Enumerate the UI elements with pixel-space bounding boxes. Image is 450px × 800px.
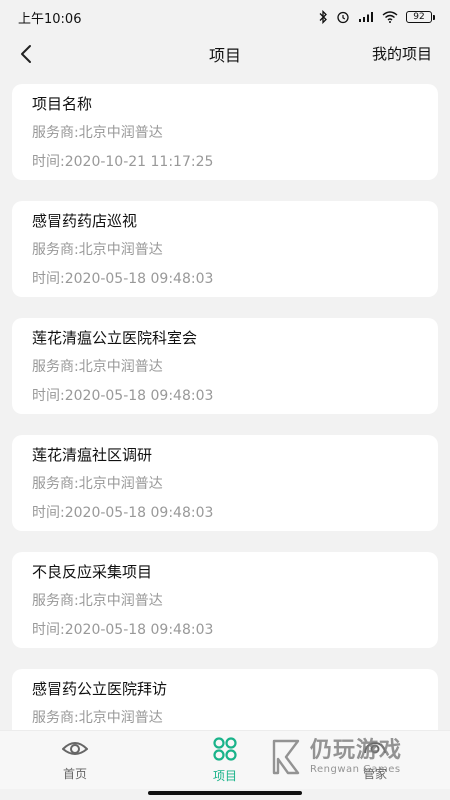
project-time: 时间:2020-05-18 09:48:03 bbox=[32, 622, 214, 638]
project-card[interactable]: 莲花清瘟公立医院科室会 服务商:北京中润普达 时间:2020-05-18 09:… bbox=[12, 318, 438, 414]
wifi-icon bbox=[382, 11, 398, 23]
project-provider: 服务商:北京中润普达 bbox=[32, 593, 163, 609]
project-list: 项目名称 服务商:北京中润普达 时间:2020-10-21 11:17:25 感… bbox=[0, 84, 450, 730]
eye-icon bbox=[62, 742, 88, 755]
back-button[interactable] bbox=[12, 40, 40, 68]
my-projects-link[interactable]: 我的项目 bbox=[372, 43, 432, 64]
status-time: 上午10:06 bbox=[18, 11, 82, 27]
project-name: 莲花清瘟公立医院科室会 bbox=[32, 329, 198, 347]
project-time: 时间:2020-05-18 09:48:03 bbox=[32, 388, 214, 404]
project-card[interactable]: 不良反应采集项目 服务商:北京中润普达 时间:2020-05-18 09:48:… bbox=[12, 552, 438, 648]
project-time: 时间:2020-10-21 11:17:25 bbox=[32, 154, 214, 170]
project-time: 时间:2020-05-18 09:48:03 bbox=[32, 505, 214, 521]
tab-project-label: 项目 bbox=[212, 769, 237, 783]
battery-level: 92 bbox=[413, 12, 425, 22]
tab-home[interactable]: 首页 bbox=[35, 737, 115, 782]
status-icons: 92 bbox=[318, 10, 435, 24]
tab-steward-label: 管家 bbox=[362, 767, 387, 781]
signal-icon bbox=[359, 12, 373, 22]
project-provider: 服务商:北京中润普达 bbox=[32, 710, 163, 726]
project-card[interactable]: 感冒药药店巡视 服务商:北京中润普达 时间:2020-05-18 09:48:0… bbox=[12, 201, 438, 297]
grid-circles-icon bbox=[213, 737, 237, 761]
project-card[interactable]: 感冒药公立医院拜访 服务商:北京中润普达 bbox=[12, 669, 438, 730]
home-indicator bbox=[148, 791, 302, 795]
tab-steward[interactable]: 管家 bbox=[335, 737, 415, 782]
status-bar: 上午10:06 92 bbox=[0, 0, 450, 34]
project-name: 感冒药药店巡视 bbox=[32, 212, 138, 230]
project-card[interactable]: 莲花清瘟社区调研 服务商:北京中润普达 时间:2020-05-18 09:48:… bbox=[12, 435, 438, 531]
battery-icon: 92 bbox=[406, 11, 435, 23]
top-nav: 项目 我的项目 bbox=[0, 34, 450, 74]
project-provider: 服务商:北京中润普达 bbox=[32, 359, 163, 375]
bottom-tab-bar: 首页 项目 管家 bbox=[0, 730, 450, 789]
project-name: 莲花清瘟社区调研 bbox=[32, 446, 153, 464]
bluetooth-icon bbox=[319, 10, 327, 24]
project-card[interactable]: 项目名称 服务商:北京中润普达 时间:2020-10-21 11:17:25 bbox=[12, 84, 438, 180]
project-name: 项目名称 bbox=[32, 95, 93, 113]
alarm-icon bbox=[337, 11, 349, 24]
tab-home-label: 首页 bbox=[62, 767, 87, 781]
project-name: 感冒药公立医院拜访 bbox=[32, 680, 168, 698]
project-provider: 服务商:北京中润普达 bbox=[32, 125, 163, 141]
project-provider: 服务商:北京中润普达 bbox=[32, 476, 163, 492]
tab-project[interactable]: 项目 bbox=[185, 737, 265, 784]
steward-icon bbox=[364, 742, 386, 754]
chevron-left-icon bbox=[21, 45, 31, 63]
project-name: 不良反应采集项目 bbox=[32, 563, 153, 581]
project-time: 时间:2020-05-18 09:48:03 bbox=[32, 271, 214, 287]
project-provider: 服务商:北京中润普达 bbox=[32, 242, 163, 258]
